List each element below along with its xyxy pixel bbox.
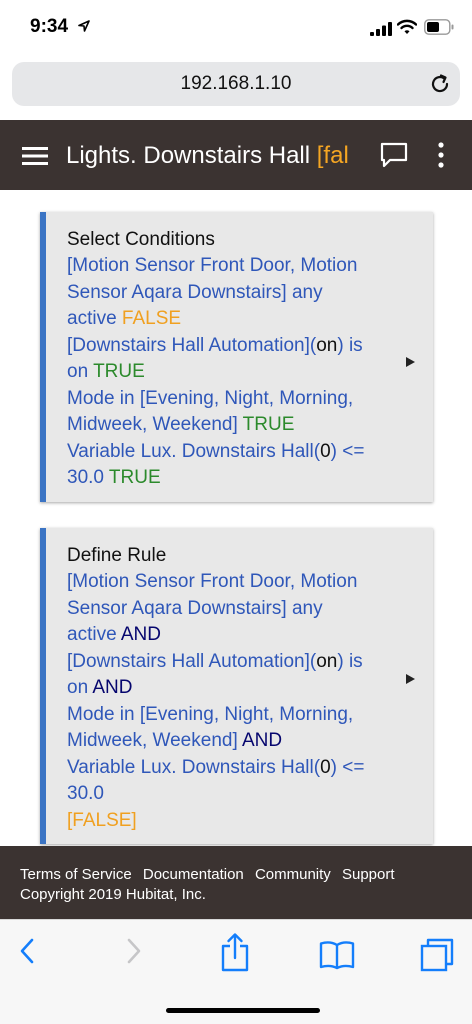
tabs-icon[interactable] [419, 937, 455, 973]
line-text: Sensor Aqara Downstairs] any [67, 281, 323, 303]
location-arrow-icon [78, 20, 90, 32]
line-text: 0 [320, 756, 331, 778]
status-bar: 9:34 [0, 0, 472, 56]
url-text[interactable]: 192.168.1.10 [12, 73, 460, 95]
battery-icon [424, 19, 454, 35]
forward-icon[interactable] [121, 936, 145, 966]
line-text: Mode in [Evening, Night, Morning, [67, 703, 354, 725]
line-text: active [67, 308, 122, 329]
card-line: Variable Lux. Downstairs Hall(0) <= [67, 439, 393, 466]
select-conditions-card[interactable]: Select Conditions [Motion Sensor Front D… [40, 212, 433, 502]
page-title: Lights. Downstairs Hall [fal [66, 142, 382, 170]
line-text: on [67, 361, 94, 382]
line-text: on [316, 334, 338, 356]
card-line: Mode in [Evening, Night, Morning, [67, 702, 393, 729]
line-text: Midweek, Weekend] [67, 414, 243, 435]
line-text: active [67, 624, 121, 645]
footer-link-documentation[interactable]: Documentation [143, 866, 244, 883]
status-true: TRUE [108, 467, 161, 488]
operator-and: AND [120, 624, 161, 645]
footer-link-community[interactable]: Community [255, 866, 331, 883]
card-line: [FALSE] [67, 808, 393, 835]
home-indicator [166, 1008, 320, 1013]
status-false: [FALSE] [67, 809, 137, 831]
status-false: FALSE [121, 308, 182, 329]
line-text: on [67, 677, 93, 698]
define-rule-card[interactable]: Define Rule [Motion Sensor Front Door, M… [40, 528, 433, 844]
card-line: on TRUE [67, 359, 393, 386]
wifi-icon [397, 19, 417, 34]
line-text: [Downstairs Hall Automation]( [67, 334, 317, 356]
kebab-menu-icon[interactable] [437, 142, 445, 168]
line-text: Mode in [Evening, Night, Morning, [67, 387, 354, 409]
card-line: Mode in [Evening, Night, Morning, [67, 386, 393, 413]
line-text: Variable Lux. Downstairs Hall( [67, 756, 321, 778]
operator-and: AND [92, 677, 133, 698]
share-icon[interactable] [219, 932, 251, 972]
page-title-text: Lights. Downstairs Hall [66, 142, 317, 169]
line-text: Sensor Aqara Downstairs] any [67, 597, 323, 619]
card-line: on AND [67, 675, 393, 702]
line-text: ) <= [330, 440, 365, 462]
footer-link-support[interactable]: Support [342, 866, 395, 883]
footer-link-terms[interactable]: Terms of Service [20, 866, 132, 883]
card-line: [Downstairs Hall Automation](on) is [67, 649, 393, 676]
card-line: active FALSE [67, 306, 393, 333]
card-title: Define Rule [67, 545, 167, 566]
line-text: [Downstairs Hall Automation]( [67, 650, 317, 672]
footer: Terms of Service Documentation Community… [0, 846, 472, 919]
footer-links: Terms of Service Documentation Community… [20, 866, 452, 883]
line-text: [Motion Sensor Front Door, Motion [67, 571, 358, 592]
line-text: Midweek, Weekend] [67, 730, 242, 751]
comment-icon[interactable] [380, 142, 408, 168]
card-line: 30.0 [67, 781, 393, 808]
card-line: Midweek, Weekend] TRUE [67, 412, 393, 439]
back-icon[interactable] [16, 936, 40, 966]
line-text: Variable Lux. Downstairs Hall( [67, 440, 321, 462]
card-line: Sensor Aqara Downstairs] any [67, 280, 393, 307]
line-text: ) <= [330, 756, 365, 778]
page-title-state: [fal [316, 142, 349, 169]
card-line: Sensor Aqara Downstairs] any [67, 596, 393, 623]
main-content[interactable]: Select Conditions [Motion Sensor Front D… [0, 190, 472, 846]
menu-icon[interactable] [22, 146, 48, 166]
line-text: 0 [320, 440, 331, 462]
copyright: Copyright 2019 Hubitat, Inc. [20, 886, 206, 903]
line-text: on [316, 650, 338, 672]
card-line: active AND [67, 622, 393, 649]
status-true: TRUE [93, 361, 145, 382]
operator-and: AND [241, 730, 283, 751]
bookmarks-icon[interactable] [319, 940, 355, 970]
line-text: [Motion Sensor Front Door, Motion [67, 255, 358, 276]
expand-arrow-icon[interactable] [406, 674, 415, 684]
line-text: 30.0 [67, 467, 109, 488]
app-header: Lights. Downstairs Hall [fal [0, 120, 472, 190]
card-line: [Motion Sensor Front Door, Motion [67, 569, 393, 596]
expand-arrow-icon[interactable] [406, 357, 415, 367]
line-text: 30.0 [67, 783, 104, 804]
line-text: ) is [337, 650, 363, 672]
card-body: [Motion Sensor Front Door, Motion Sensor … [67, 569, 393, 834]
card-line: 30.0 TRUE [67, 465, 393, 492]
signal-icon [370, 22, 392, 36]
card-line: [Downstairs Hall Automation](on) is [67, 333, 393, 360]
status-true: TRUE [242, 414, 295, 435]
line-text: ) is [337, 334, 363, 356]
card-title: Select Conditions [67, 229, 215, 250]
card-line: Midweek, Weekend] AND [67, 728, 393, 755]
card-body: [Motion Sensor Front Door, Motion Sensor … [67, 253, 393, 492]
card-line: Variable Lux. Downstairs Hall(0) <= [67, 755, 393, 782]
card-line: [Motion Sensor Front Door, Motion [67, 253, 393, 280]
status-time: 9:34 [30, 16, 69, 37]
address-bar[interactable]: 192.168.1.10 [12, 62, 460, 106]
reload-icon[interactable] [428, 72, 452, 96]
